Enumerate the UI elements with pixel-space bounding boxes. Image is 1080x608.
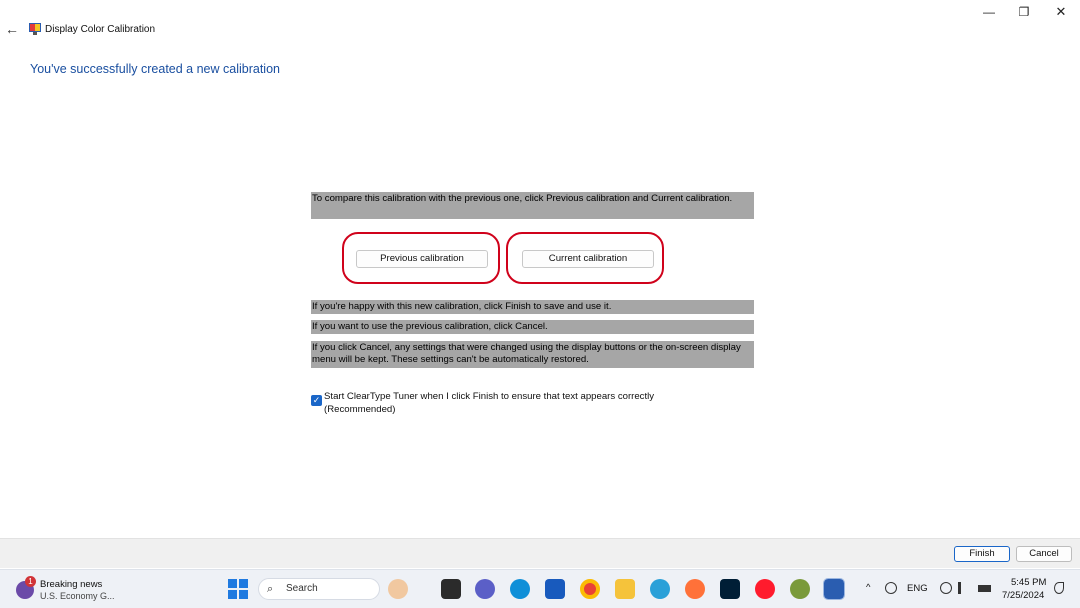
windows-start-icon[interactable]	[228, 579, 248, 599]
cancel-instructions: If you want to use the previous calibrat…	[311, 320, 754, 334]
folder-icon[interactable]	[615, 579, 635, 599]
news-subtitle[interactable]: U.S. Economy G...	[40, 591, 115, 601]
firefox-icon[interactable]	[685, 579, 705, 599]
maximize-button[interactable]: ❐	[1005, 4, 1043, 20]
notification-icon[interactable]	[1054, 582, 1064, 594]
app-icon[interactable]	[790, 579, 810, 599]
title-bar: ← Display Color Calibration — ❐ ✕	[0, 0, 1080, 58]
compare-instructions: To compare this calibration with the pre…	[311, 192, 754, 219]
file-explorer-icon[interactable]	[441, 579, 461, 599]
current-calibration-button[interactable]: Current calibration	[522, 250, 654, 268]
close-button[interactable]: ✕	[1042, 4, 1080, 20]
search-icon: ⌕	[267, 583, 274, 595]
photoshop-icon[interactable]	[720, 579, 740, 599]
dialog-footer	[0, 538, 1080, 568]
teams-icon[interactable]	[475, 579, 495, 599]
news-title[interactable]: Breaking news	[40, 579, 102, 590]
telegram-icon[interactable]	[650, 579, 670, 599]
finish-instructions: If you're happy with this new calibratio…	[311, 300, 754, 314]
cancel-button[interactable]: Cancel	[1016, 546, 1072, 562]
calibration-app-icon[interactable]	[823, 578, 845, 600]
chrome-icon[interactable]	[580, 579, 600, 599]
word-icon[interactable]	[545, 579, 565, 599]
cleartype-checkbox[interactable]: ✓	[311, 395, 322, 406]
previous-calibration-button[interactable]: Previous calibration	[356, 250, 488, 268]
network-icon[interactable]	[940, 582, 952, 594]
cancel-warning: If you click Cancel, any settings that w…	[311, 341, 754, 368]
clock-date[interactable]: 7/25/2024	[1002, 590, 1044, 601]
back-arrow-icon[interactable]: ←	[4, 20, 20, 38]
opera-icon[interactable]	[755, 579, 775, 599]
copilot-icon[interactable]	[388, 579, 408, 599]
clock-time[interactable]: 5:45 PM	[1011, 577, 1046, 588]
language-indicator[interactable]: ENG	[907, 583, 928, 594]
page-title: You've successfully created a new calibr…	[30, 62, 280, 76]
window-title: Display Color Calibration	[45, 24, 156, 35]
tray-chevron-icon[interactable]: ^	[866, 582, 870, 593]
minimize-button[interactable]: —	[970, 4, 1008, 20]
tray-app-icon[interactable]	[885, 582, 897, 594]
cleartype-label[interactable]: Start ClearType Tuner when I click Finis…	[324, 390, 724, 416]
news-badge: 1	[25, 576, 36, 587]
edge-icon[interactable]	[510, 579, 530, 599]
search-label: Search	[286, 583, 318, 594]
display-calibration-icon	[29, 23, 41, 35]
volume-icon[interactable]	[958, 582, 970, 594]
finish-button[interactable]: Finish	[954, 546, 1010, 562]
battery-icon[interactable]	[978, 585, 991, 592]
